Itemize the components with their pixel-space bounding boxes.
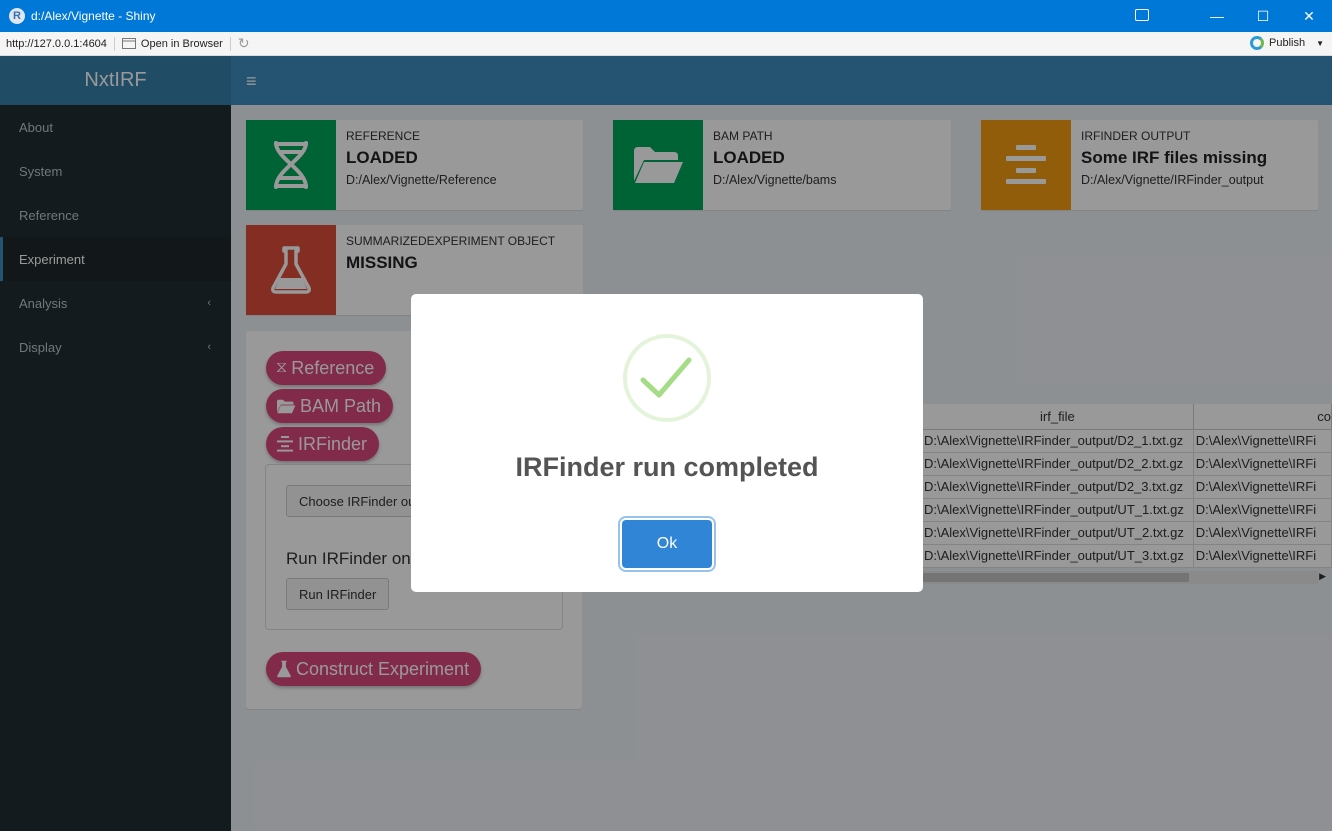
viewer-toolbar: http://127.0.0.1:4604 Open in Browser ↻ … (0, 32, 1332, 56)
success-check-icon (623, 334, 711, 422)
minimize-button[interactable]: — (1194, 0, 1240, 32)
toolbar-divider (229, 36, 231, 51)
dialog-message: IRFinder run completed (515, 452, 819, 482)
close-button[interactable]: ✕ (1286, 0, 1332, 32)
url-text: http://127.0.0.1:4604 (6, 37, 107, 50)
caret-down-icon: ▼ (1316, 38, 1324, 48)
window-extra-icon[interactable] (1135, 9, 1149, 21)
refresh-icon[interactable]: ↻ (238, 35, 250, 52)
open-in-browser-button[interactable]: Open in Browser (121, 37, 223, 50)
success-dialog: IRFinder run completed Ok (411, 294, 923, 592)
publish-button[interactable]: Publish ▼ (1250, 36, 1324, 50)
publish-label: Publish (1269, 37, 1306, 49)
window-titlebar: R d:/Alex/Vignette - Shiny — ☐ ✕ (0, 0, 1332, 32)
ok-button[interactable]: Ok (622, 520, 712, 568)
window-title: d:/Alex/Vignette - Shiny (31, 9, 156, 23)
publish-icon (1250, 36, 1264, 50)
r-logo-icon: R (9, 8, 25, 24)
browser-window-icon (121, 38, 136, 49)
maximize-button[interactable]: ☐ (1240, 0, 1286, 32)
toolbar-divider (113, 36, 115, 51)
open-in-browser-label: Open in Browser (140, 37, 223, 50)
